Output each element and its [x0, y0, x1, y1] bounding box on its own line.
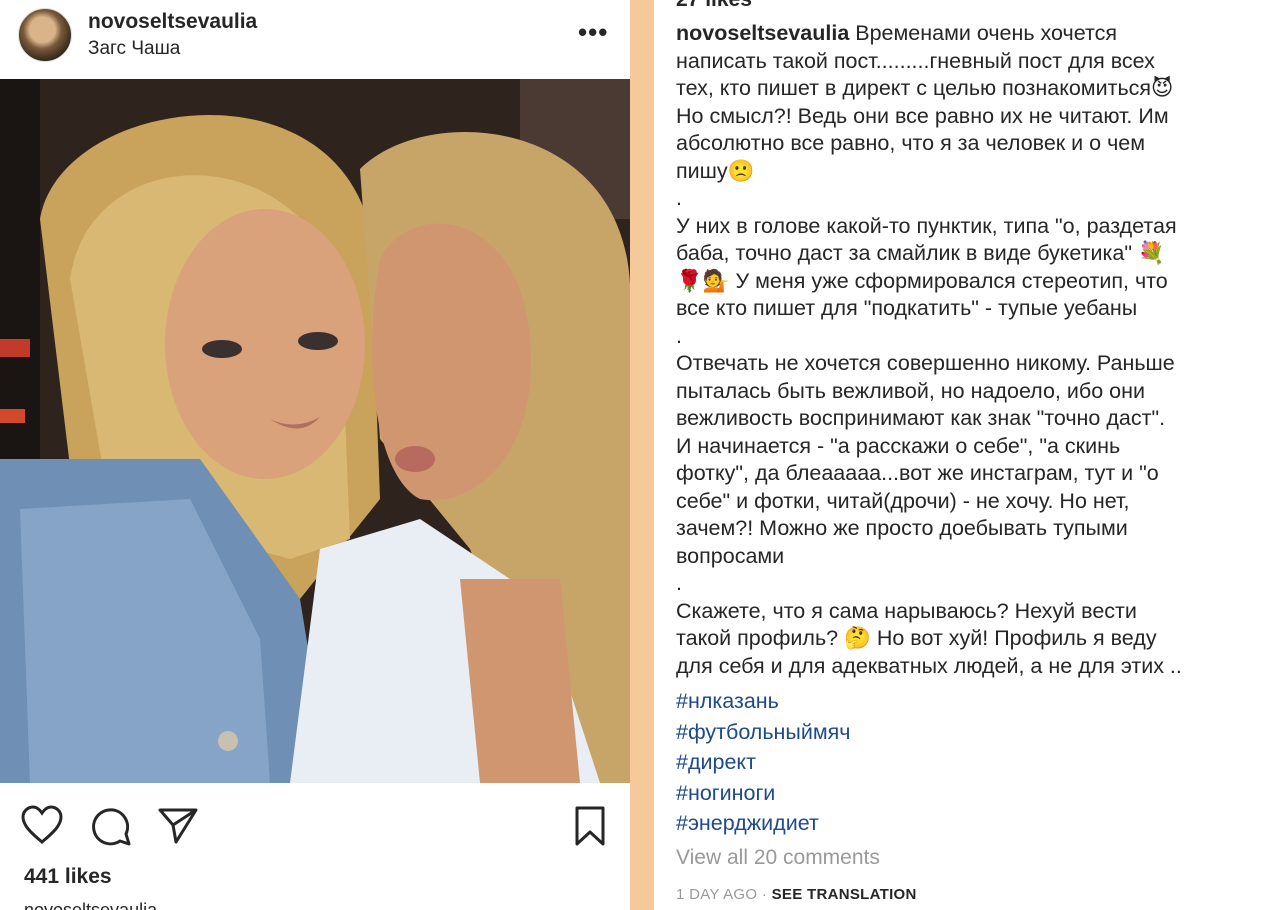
caption-body: Временами очень хочется написать такой п… [676, 21, 1182, 678]
post-card: novoseltsevaulia Загс Чаша ••• 441 likes… [0, 0, 630, 910]
post-actions [0, 790, 630, 860]
hashtag-list: #нлказань #футбольныймяч #директ #ногино… [676, 686, 1266, 839]
likes-count[interactable]: 441 likes [24, 865, 112, 889]
caption-panel: 27 likes novoseltsevaulia Временами очен… [654, 0, 1279, 910]
share-icon[interactable] [156, 804, 200, 848]
post-meta: 1 DAY AGO · SEE TRANSLATION [676, 886, 917, 903]
caption-username-peek: novoseltsevaulia [24, 900, 158, 910]
post-location[interactable]: Загс Чаша [88, 38, 180, 60]
hashtag[interactable]: #нлказань [676, 686, 1266, 717]
heart-icon[interactable] [20, 804, 64, 848]
meta-separator: · [757, 886, 772, 903]
hashtag[interactable]: #футбольныймяч [676, 717, 1266, 748]
bookmark-icon[interactable] [568, 804, 612, 848]
comment-icon[interactable] [90, 804, 134, 848]
hashtag[interactable]: #энерджидиет [676, 808, 1266, 839]
caption-username[interactable]: novoseltsevaulia [676, 21, 849, 45]
divider [630, 0, 654, 910]
post-photo[interactable] [0, 79, 630, 783]
post-username[interactable]: novoseltsevaulia [88, 10, 257, 34]
avatar[interactable] [18, 8, 72, 62]
caption-text: novoseltsevaulia Временами очень хочется… [676, 20, 1266, 680]
likes-count-cut: 27 likes [676, 0, 752, 12]
post-time: 1 DAY AGO [676, 886, 758, 903]
post-header: novoseltsevaulia Загс Чаша ••• [0, 0, 630, 78]
hashtag[interactable]: #ногиноги [676, 778, 1266, 809]
photo-illustration [0, 79, 630, 783]
more-icon[interactable]: ••• [578, 19, 608, 45]
view-all-comments-link[interactable]: View all 20 comments [676, 846, 880, 870]
hashtag[interactable]: #директ [676, 747, 1266, 778]
see-translation-link[interactable]: SEE TRANSLATION [772, 886, 917, 903]
